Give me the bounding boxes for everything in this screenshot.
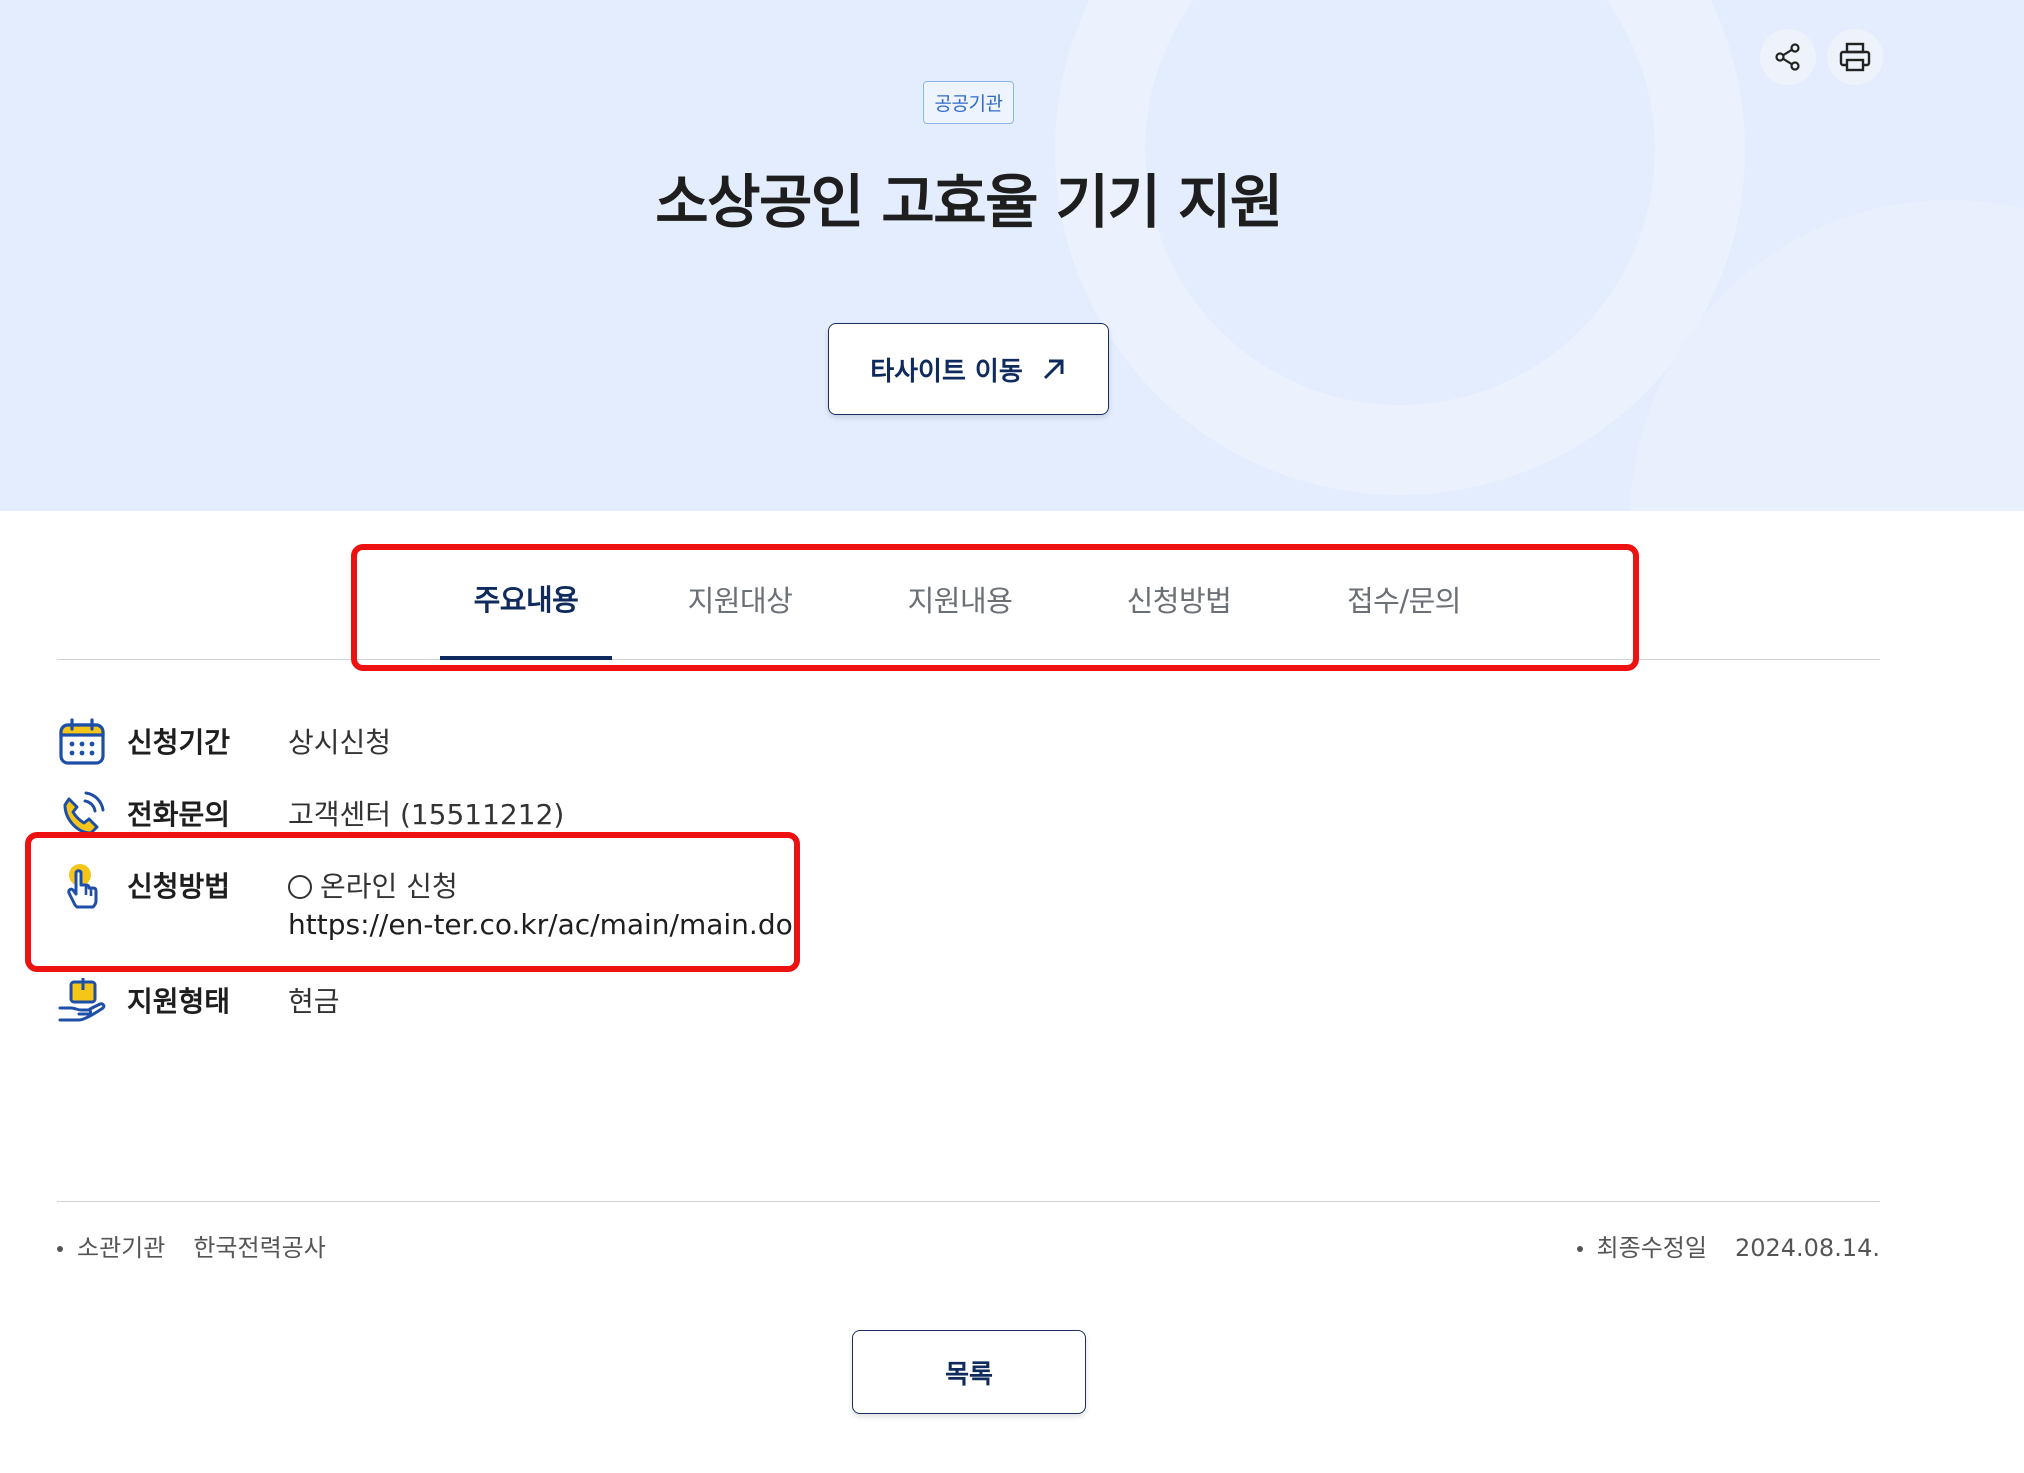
page-title: 소상공인 고효율 기기 지원 xyxy=(655,168,1283,236)
info-label-phone: 전화문의 xyxy=(127,798,231,831)
radio-circle-icon xyxy=(288,875,312,899)
agency-meta: 소관기관 한국전력공사 xyxy=(57,1228,326,1268)
updated-label: 최종수정일 xyxy=(1596,1234,1707,1262)
org-type-badge: 공공기관 xyxy=(923,81,1014,124)
info-label-support-type: 지원형태 xyxy=(127,985,231,1018)
application-method-text: 온라인 신청 xyxy=(320,870,458,903)
tab-support-details[interactable]: 지원내용 xyxy=(895,540,1025,657)
bullet-icon xyxy=(1576,1246,1583,1252)
footer-divider xyxy=(57,1201,1880,1202)
print-button[interactable] xyxy=(1827,29,1883,85)
hero-decoration xyxy=(1055,0,2024,511)
tab-application-method[interactable]: 신청방법 xyxy=(1114,540,1244,657)
updated-value: 2024.08.14. xyxy=(1734,1234,1880,1262)
print-icon xyxy=(1839,42,1871,72)
share-icon xyxy=(1775,43,1800,71)
arrow-up-right-icon xyxy=(1043,359,1064,380)
list-button[interactable]: 목록 xyxy=(852,1330,1086,1414)
tab-contact[interactable]: 접수/문의 xyxy=(1334,540,1474,657)
share-button[interactable] xyxy=(1760,29,1816,85)
content-tabs: 주요내용 지원대상 지원내용 신청방법 접수/문의 xyxy=(57,540,1880,660)
application-link[interactable]: https://en-ter.co.kr/ac/main/main.do xyxy=(288,903,793,947)
updated-meta: 최종수정일 2024.08.14. xyxy=(1576,1228,1880,1268)
info-label-application-method: 신청방법 xyxy=(127,870,231,903)
agency-value: 한국전력공사 xyxy=(193,1234,326,1262)
hand-pointer-icon xyxy=(67,864,98,909)
agency-label: 소관기관 xyxy=(77,1234,166,1262)
hand-coin-icon xyxy=(58,978,106,1022)
info-value-phone: 고객센터 (15511212) xyxy=(288,798,565,831)
info-value-support-type: 현금 xyxy=(288,985,340,1018)
info-value-application-period: 상시신청 xyxy=(288,726,392,759)
external-site-button-label: 타사이트 이동 xyxy=(870,356,1023,387)
external-site-button[interactable]: 타사이트 이동 xyxy=(828,323,1109,415)
info-label-application-period: 신청기간 xyxy=(127,726,231,759)
hero-banner: 공공기관 소상공인 고효율 기기 지원 타사이트 이동 xyxy=(0,0,2024,511)
bullet-icon xyxy=(57,1246,63,1252)
calendar-icon xyxy=(59,718,105,765)
tab-main-content[interactable]: 주요내용 xyxy=(440,540,612,660)
phone-icon xyxy=(63,791,105,835)
tab-eligibility[interactable]: 지원대상 xyxy=(675,540,805,657)
